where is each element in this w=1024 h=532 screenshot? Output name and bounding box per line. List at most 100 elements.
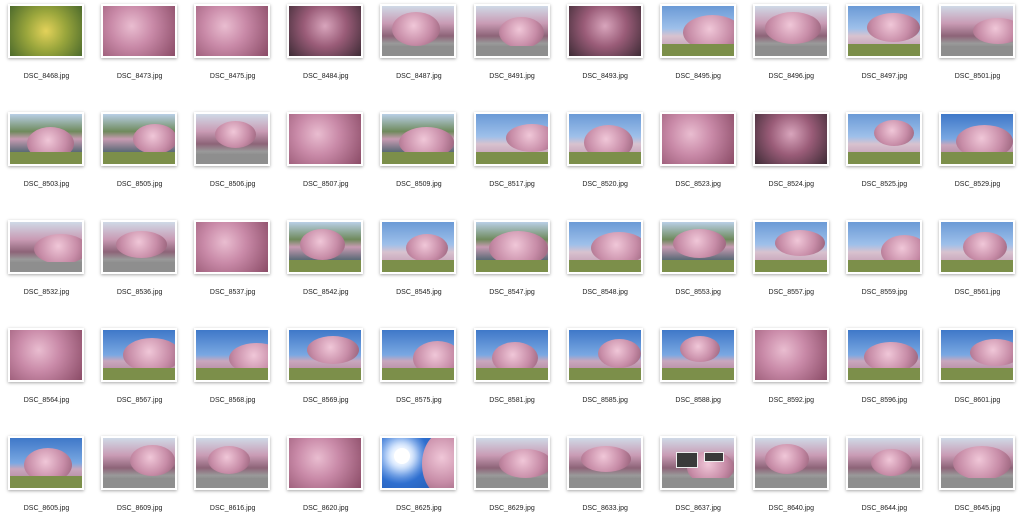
- file-thumbnail[interactable]: [845, 220, 922, 274]
- file-item[interactable]: DSC_8564.jpg: [0, 324, 93, 424]
- file-thumbnail[interactable]: [939, 4, 1015, 58]
- file-item[interactable]: DSC_8529.jpg: [931, 108, 1024, 208]
- file-item[interactable]: DSC_8640.jpg: [745, 432, 838, 532]
- file-thumbnail[interactable]: [473, 112, 550, 166]
- file-item[interactable]: DSC_8495.jpg: [652, 0, 745, 100]
- file-thumbnail[interactable]: [8, 328, 84, 382]
- file-thumbnail[interactable]: [8, 112, 84, 166]
- file-item[interactable]: DSC_8537.jpg: [186, 216, 279, 316]
- file-thumbnail[interactable]: [194, 436, 271, 490]
- file-item[interactable]: DSC_8547.jpg: [466, 216, 559, 316]
- file-item[interactable]: DSC_8609.jpg: [93, 432, 186, 532]
- file-thumbnail[interactable]: [101, 220, 178, 274]
- file-thumbnail[interactable]: [939, 220, 1015, 274]
- file-item[interactable]: DSC_8487.jpg: [372, 0, 465, 100]
- file-item[interactable]: DSC_8493.jpg: [559, 0, 652, 100]
- file-item[interactable]: DSC_8568.jpg: [186, 324, 279, 424]
- file-thumbnail[interactable]: [287, 4, 364, 58]
- file-item[interactable]: DSC_8644.jpg: [838, 432, 931, 532]
- file-item[interactable]: DSC_8517.jpg: [466, 108, 559, 208]
- file-item[interactable]: DSC_8507.jpg: [279, 108, 372, 208]
- file-item[interactable]: DSC_8629.jpg: [466, 432, 559, 532]
- file-thumbnail[interactable]: [845, 436, 922, 490]
- file-item[interactable]: DSC_8525.jpg: [838, 108, 931, 208]
- file-thumbnail[interactable]: [659, 4, 736, 58]
- file-thumbnail[interactable]: [287, 328, 364, 382]
- file-thumbnail[interactable]: [287, 112, 364, 166]
- file-item[interactable]: DSC_8532.jpg: [0, 216, 93, 316]
- file-item[interactable]: DSC_8473.jpg: [93, 0, 186, 100]
- file-item[interactable]: DSC_8536.jpg: [93, 216, 186, 316]
- file-item[interactable]: DSC_8542.jpg: [279, 216, 372, 316]
- file-thumbnail[interactable]: [566, 112, 643, 166]
- file-thumbnail[interactable]: [380, 4, 457, 58]
- file-thumbnail[interactable]: [8, 220, 84, 274]
- file-thumbnail[interactable]: [194, 112, 271, 166]
- file-thumbnail[interactable]: [380, 436, 457, 490]
- file-thumbnail[interactable]: [566, 328, 643, 382]
- file-thumbnail[interactable]: [659, 436, 736, 490]
- file-item[interactable]: DSC_8596.jpg: [838, 324, 931, 424]
- file-thumbnail[interactable]: [287, 220, 364, 274]
- file-thumbnail[interactable]: [752, 220, 829, 274]
- file-thumbnail[interactable]: [101, 328, 178, 382]
- file-thumbnail[interactable]: [939, 112, 1015, 166]
- file-item[interactable]: DSC_8468.jpg: [0, 0, 93, 100]
- file-thumbnail[interactable]: [939, 328, 1015, 382]
- file-item[interactable]: DSC_8637.jpg: [652, 432, 745, 532]
- file-item[interactable]: DSC_8620.jpg: [279, 432, 372, 532]
- file-item[interactable]: DSC_8545.jpg: [372, 216, 465, 316]
- file-thumbnail[interactable]: [101, 112, 178, 166]
- file-thumbnail[interactable]: [380, 112, 457, 166]
- file-thumbnail[interactable]: [8, 4, 84, 58]
- file-item[interactable]: DSC_8585.jpg: [559, 324, 652, 424]
- file-thumbnail[interactable]: [566, 4, 643, 58]
- file-item[interactable]: DSC_8592.jpg: [745, 324, 838, 424]
- file-thumbnail[interactable]: [659, 328, 736, 382]
- file-item[interactable]: DSC_8581.jpg: [466, 324, 559, 424]
- file-thumbnail[interactable]: [101, 4, 178, 58]
- file-thumbnail[interactable]: [194, 4, 271, 58]
- file-thumbnail[interactable]: [473, 436, 550, 490]
- file-thumbnail[interactable]: [380, 328, 457, 382]
- file-item[interactable]: DSC_8625.jpg: [372, 432, 465, 532]
- file-item[interactable]: DSC_8601.jpg: [931, 324, 1024, 424]
- file-item[interactable]: DSC_8501.jpg: [931, 0, 1024, 100]
- file-thumbnail[interactable]: [845, 112, 922, 166]
- file-thumbnail[interactable]: [287, 436, 364, 490]
- file-item[interactable]: DSC_8506.jpg: [186, 108, 279, 208]
- file-item[interactable]: DSC_8496.jpg: [745, 0, 838, 100]
- file-thumbnail[interactable]: [752, 436, 829, 490]
- file-item[interactable]: DSC_8475.jpg: [186, 0, 279, 100]
- file-thumbnail[interactable]: [752, 4, 829, 58]
- file-item[interactable]: DSC_8484.jpg: [279, 0, 372, 100]
- file-thumbnail[interactable]: [566, 436, 643, 490]
- file-item[interactable]: DSC_8575.jpg: [372, 324, 465, 424]
- file-item[interactable]: DSC_8520.jpg: [559, 108, 652, 208]
- file-thumbnail[interactable]: [101, 436, 178, 490]
- file-thumbnail[interactable]: [659, 220, 736, 274]
- file-thumbnail[interactable]: [473, 328, 550, 382]
- file-item[interactable]: DSC_8505.jpg: [93, 108, 186, 208]
- file-item[interactable]: DSC_8509.jpg: [372, 108, 465, 208]
- file-thumbnail[interactable]: [939, 436, 1015, 490]
- file-thumbnail[interactable]: [194, 328, 271, 382]
- file-thumbnail[interactable]: [752, 328, 829, 382]
- file-item[interactable]: DSC_8633.jpg: [559, 432, 652, 532]
- file-item[interactable]: DSC_8588.jpg: [652, 324, 745, 424]
- file-item[interactable]: DSC_8567.jpg: [93, 324, 186, 424]
- file-thumbnail[interactable]: [194, 220, 271, 274]
- file-thumbnail[interactable]: [845, 328, 922, 382]
- file-item[interactable]: DSC_8645.jpg: [931, 432, 1024, 532]
- file-thumbnail[interactable]: [566, 220, 643, 274]
- file-thumbnail[interactable]: [845, 4, 922, 58]
- file-item[interactable]: DSC_8616.jpg: [186, 432, 279, 532]
- file-item[interactable]: DSC_8559.jpg: [838, 216, 931, 316]
- file-item[interactable]: DSC_8497.jpg: [838, 0, 931, 100]
- file-item[interactable]: DSC_8523.jpg: [652, 108, 745, 208]
- file-item[interactable]: DSC_8548.jpg: [559, 216, 652, 316]
- file-item[interactable]: DSC_8503.jpg: [0, 108, 93, 208]
- file-thumbnail[interactable]: [473, 4, 550, 58]
- file-item[interactable]: DSC_8605.jpg: [0, 432, 93, 532]
- file-item[interactable]: DSC_8491.jpg: [466, 0, 559, 100]
